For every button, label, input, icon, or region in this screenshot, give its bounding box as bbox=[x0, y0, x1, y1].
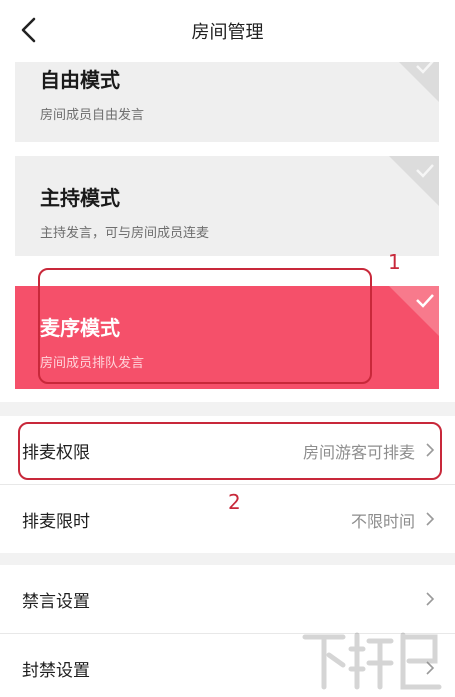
setting-label: 排麦限时 bbox=[22, 512, 90, 532]
mode-card-host[interactable]: 主持模式 主持发言，可与房间成员连麦 bbox=[15, 156, 439, 256]
mode-desc: 主持发言，可与房间成员连麦 bbox=[40, 226, 210, 241]
mode-title: 主持模式 bbox=[40, 186, 120, 210]
check-icon bbox=[389, 286, 439, 336]
setting-label: 禁言设置 bbox=[22, 592, 90, 612]
mode-card-free[interactable]: 自由模式 房间成员自由发言 bbox=[15, 52, 439, 142]
annotation-number-2: 2 bbox=[228, 490, 241, 514]
annotation-number-1: 1 bbox=[388, 250, 401, 274]
check-icon bbox=[389, 156, 439, 206]
page-title: 房间管理 bbox=[191, 22, 264, 43]
mode-title: 自由模式 bbox=[40, 68, 120, 92]
chevron-right-icon bbox=[426, 592, 435, 606]
chevron-right-icon bbox=[426, 512, 435, 526]
watermark-logo bbox=[302, 632, 442, 690]
setting-label: 封禁设置 bbox=[22, 661, 90, 681]
setting-row-mute[interactable]: 禁言设置 bbox=[0, 565, 455, 633]
top-bar: 房间管理 bbox=[0, 0, 455, 62]
setting-value: 不限时间 bbox=[350, 512, 415, 531]
mode-desc: 房间成员自由发言 bbox=[40, 108, 145, 123]
annotation-box-1 bbox=[38, 268, 372, 384]
annotation-box-2 bbox=[18, 422, 442, 480]
